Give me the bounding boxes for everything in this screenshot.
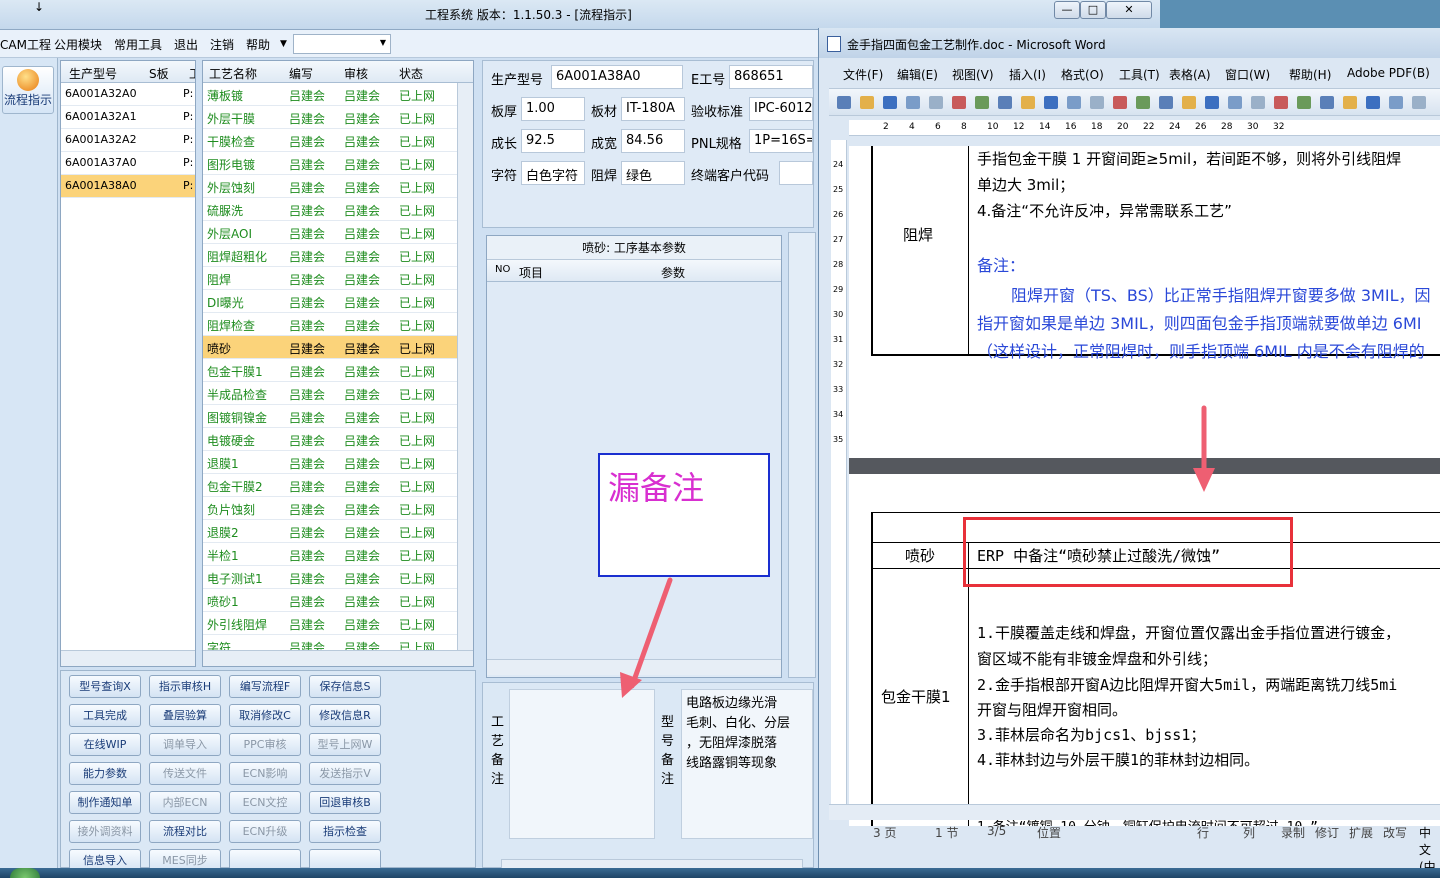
arrowhead-icon — [1193, 468, 1215, 492]
arrows-overlay — [620, 405, 1215, 698]
arrowhead-icon — [620, 672, 642, 698]
start-orb-icon[interactable] — [10, 868, 40, 878]
taskbar — [0, 868, 1440, 878]
arrow-to-craft-remark — [629, 577, 673, 689]
